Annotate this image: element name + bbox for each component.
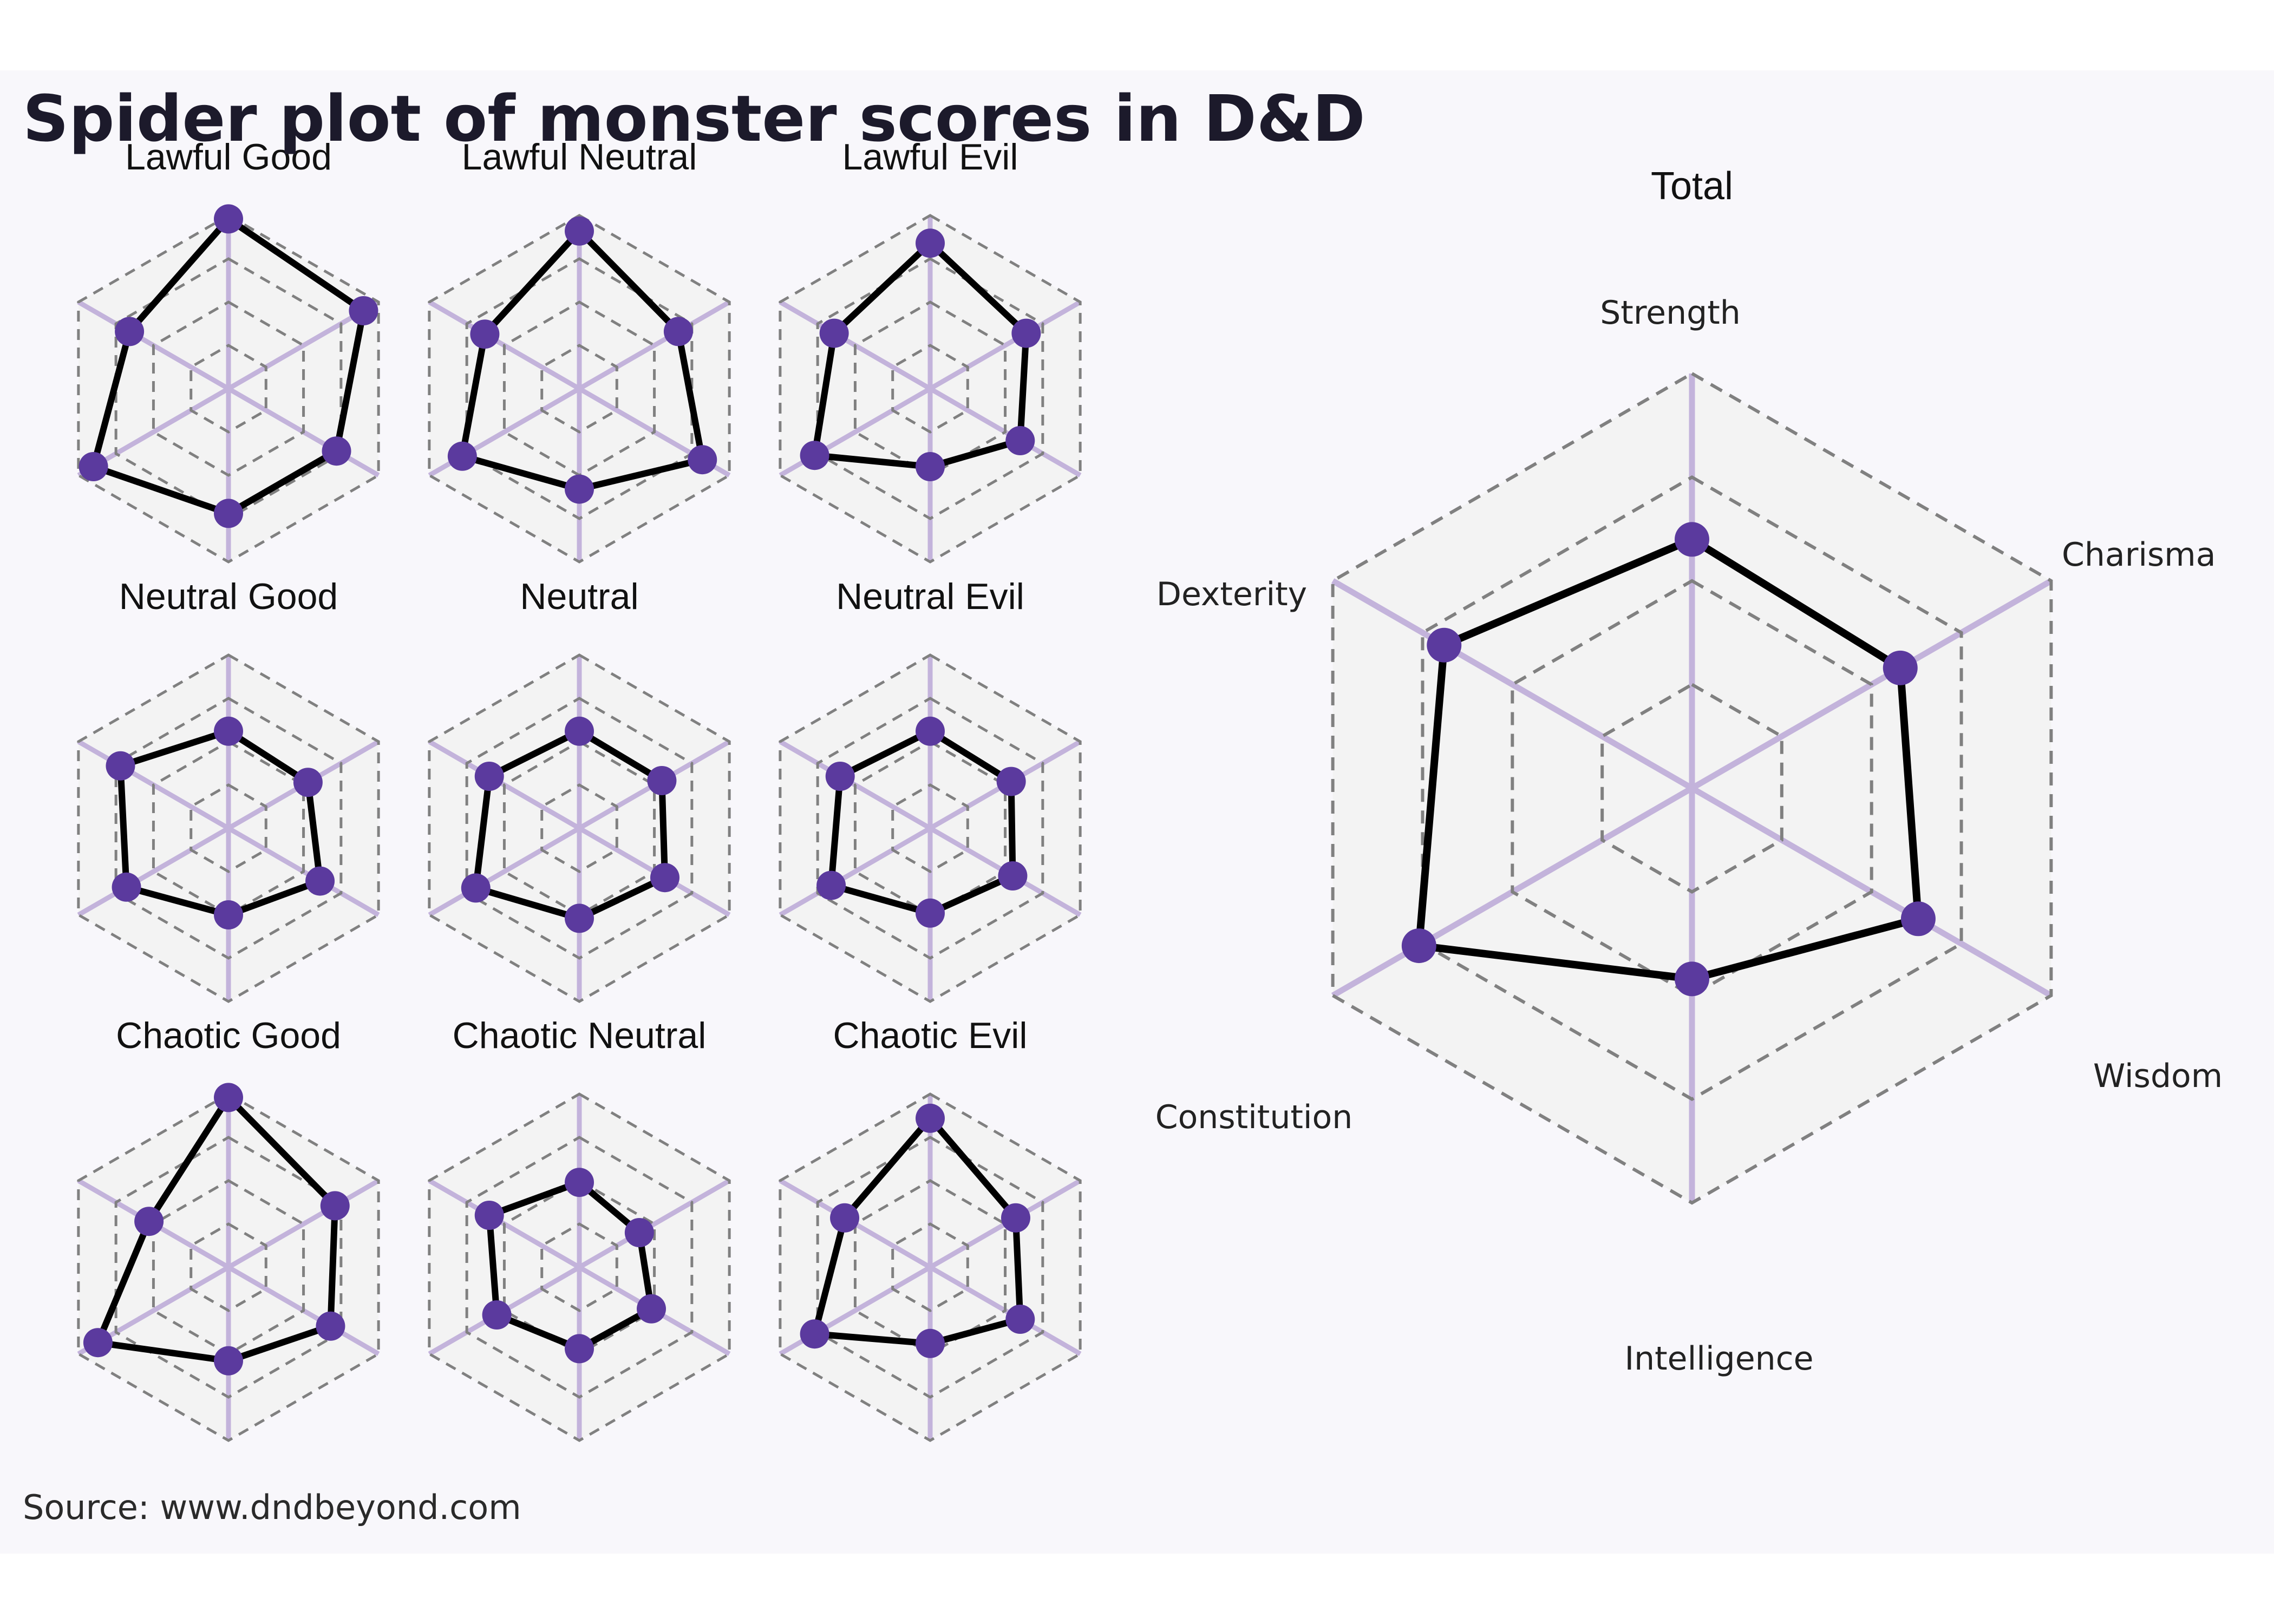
radar-point-dexterity [825, 762, 855, 791]
radar-point-constitution [800, 441, 829, 470]
radar-chart-neutral: Neutral [428, 576, 731, 1003]
radar-point-charisma [996, 767, 1026, 796]
radar-point-charisma [293, 768, 323, 797]
radar-point-charisma [1011, 318, 1041, 348]
radar-chart-chaotic-neutral: Chaotic Neutral [428, 1015, 731, 1442]
radar-point-dexterity [819, 318, 849, 348]
radar-point-intelligence [916, 898, 945, 928]
radar-chart-lawful-good: Lawful Good [77, 136, 380, 564]
radar-point-strength [565, 716, 594, 746]
radar-point-charisma [1001, 1203, 1030, 1233]
axis-label-wisdom: Wisdom [2093, 1057, 2223, 1095]
radar-point-wisdom [1005, 426, 1035, 455]
radar-title-chaotic-neutral: Chaotic Neutral [453, 1015, 707, 1056]
radar-point-wisdom [316, 1311, 345, 1341]
radar-point-dexterity [134, 1207, 164, 1236]
radar-point-wisdom [688, 445, 717, 475]
radar-point-wisdom [305, 866, 335, 896]
radar-point-wisdom [637, 1294, 666, 1324]
radar-point-wisdom [1005, 1305, 1035, 1334]
radar-point-dexterity [115, 317, 145, 346]
spider-plot-grid: Lawful Good Lawful Neutral Lawful Evil Neut… [77, 136, 2223, 1442]
radar-point-constitution [816, 870, 846, 900]
radar-point-charisma [1883, 650, 1918, 685]
radar-point-intelligence [214, 1346, 243, 1376]
radar-point-charisma [349, 296, 378, 325]
radar-point-constitution [800, 1319, 829, 1349]
radar-chart-chaotic-evil: Chaotic Evil [779, 1015, 1082, 1442]
radar-point-intelligence [1675, 961, 1709, 997]
radar-chart-lawful-neutral: Lawful Neutral [428, 136, 731, 564]
radar-point-intelligence [565, 474, 594, 504]
radar-point-charisma [647, 766, 677, 795]
radar-point-dexterity [1427, 627, 1462, 663]
radar-point-strength [565, 1168, 594, 1197]
radar-point-wisdom [650, 863, 679, 893]
radar-point-intelligence [565, 903, 594, 933]
radar-chart-chaotic-good: Chaotic Good [77, 1015, 380, 1442]
radar-point-dexterity [470, 319, 500, 349]
radar-title-chaotic-evil: Chaotic Evil [833, 1015, 1027, 1056]
radar-title-chaotic-good: Chaotic Good [116, 1015, 341, 1056]
radar-point-strength [565, 216, 594, 246]
radar-chart-total: Total Strength Charisma Wisdom Intelligence C… [1155, 165, 2223, 1378]
radar-point-constitution [83, 1328, 113, 1358]
radar-point-constitution [461, 873, 491, 903]
radar-chart-neutral-evil: Neutral Evil [779, 576, 1082, 1003]
radar-point-charisma [320, 1191, 350, 1221]
radar-point-constitution [482, 1300, 512, 1330]
radar-point-constitution [447, 441, 477, 471]
radar-point-dexterity [106, 751, 135, 781]
source-note: Source: www.dndbeyond.com [23, 1488, 521, 1527]
radar-point-constitution [112, 872, 141, 902]
radar-point-dexterity [474, 1201, 504, 1230]
radar-point-intelligence [916, 452, 945, 481]
axis-label-strength: Strength [1600, 294, 1741, 332]
radar-point-constitution [1401, 928, 1436, 964]
radar-point-intelligence [916, 1328, 945, 1358]
radar-point-dexterity [830, 1203, 860, 1233]
radar-title-total: Total [1651, 165, 1733, 208]
radar-point-strength [214, 204, 243, 234]
axis-label-constitution: Constitution [1155, 1098, 1353, 1136]
radar-chart-lawful-evil: Lawful Evil [779, 136, 1082, 564]
radar-point-charisma [624, 1218, 654, 1247]
radar-point-intelligence [214, 499, 243, 528]
radar-point-constitution [79, 452, 108, 481]
radar-title-neutral-good: Neutral Good [119, 576, 338, 617]
axis-label-charisma: Charisma [2062, 536, 2216, 574]
axis-label-intelligence: Intelligence [1624, 1340, 1813, 1378]
radar-point-wisdom [998, 861, 1028, 890]
radar-title-neutral-evil: Neutral Evil [836, 576, 1024, 617]
radar-point-strength [1675, 522, 1709, 557]
radar-point-dexterity [474, 762, 504, 791]
radar-point-wisdom [322, 436, 351, 466]
radar-chart-neutral-good: Neutral Good [77, 576, 380, 1003]
radar-point-intelligence [565, 1334, 594, 1364]
radar-point-strength [916, 1103, 945, 1133]
radar-title-neutral: Neutral [520, 576, 638, 617]
radar-point-wisdom [1900, 901, 1936, 937]
radar-point-strength [214, 1083, 243, 1112]
axis-label-dexterity: Dexterity [1156, 575, 1307, 613]
radar-point-strength [916, 716, 945, 746]
radar-point-strength [916, 228, 945, 258]
radar-point-strength [214, 716, 243, 746]
radar-point-intelligence [214, 900, 243, 929]
page-title: Spider plot of monster scores in D&D [23, 81, 1365, 156]
radar-point-charisma [663, 317, 693, 346]
